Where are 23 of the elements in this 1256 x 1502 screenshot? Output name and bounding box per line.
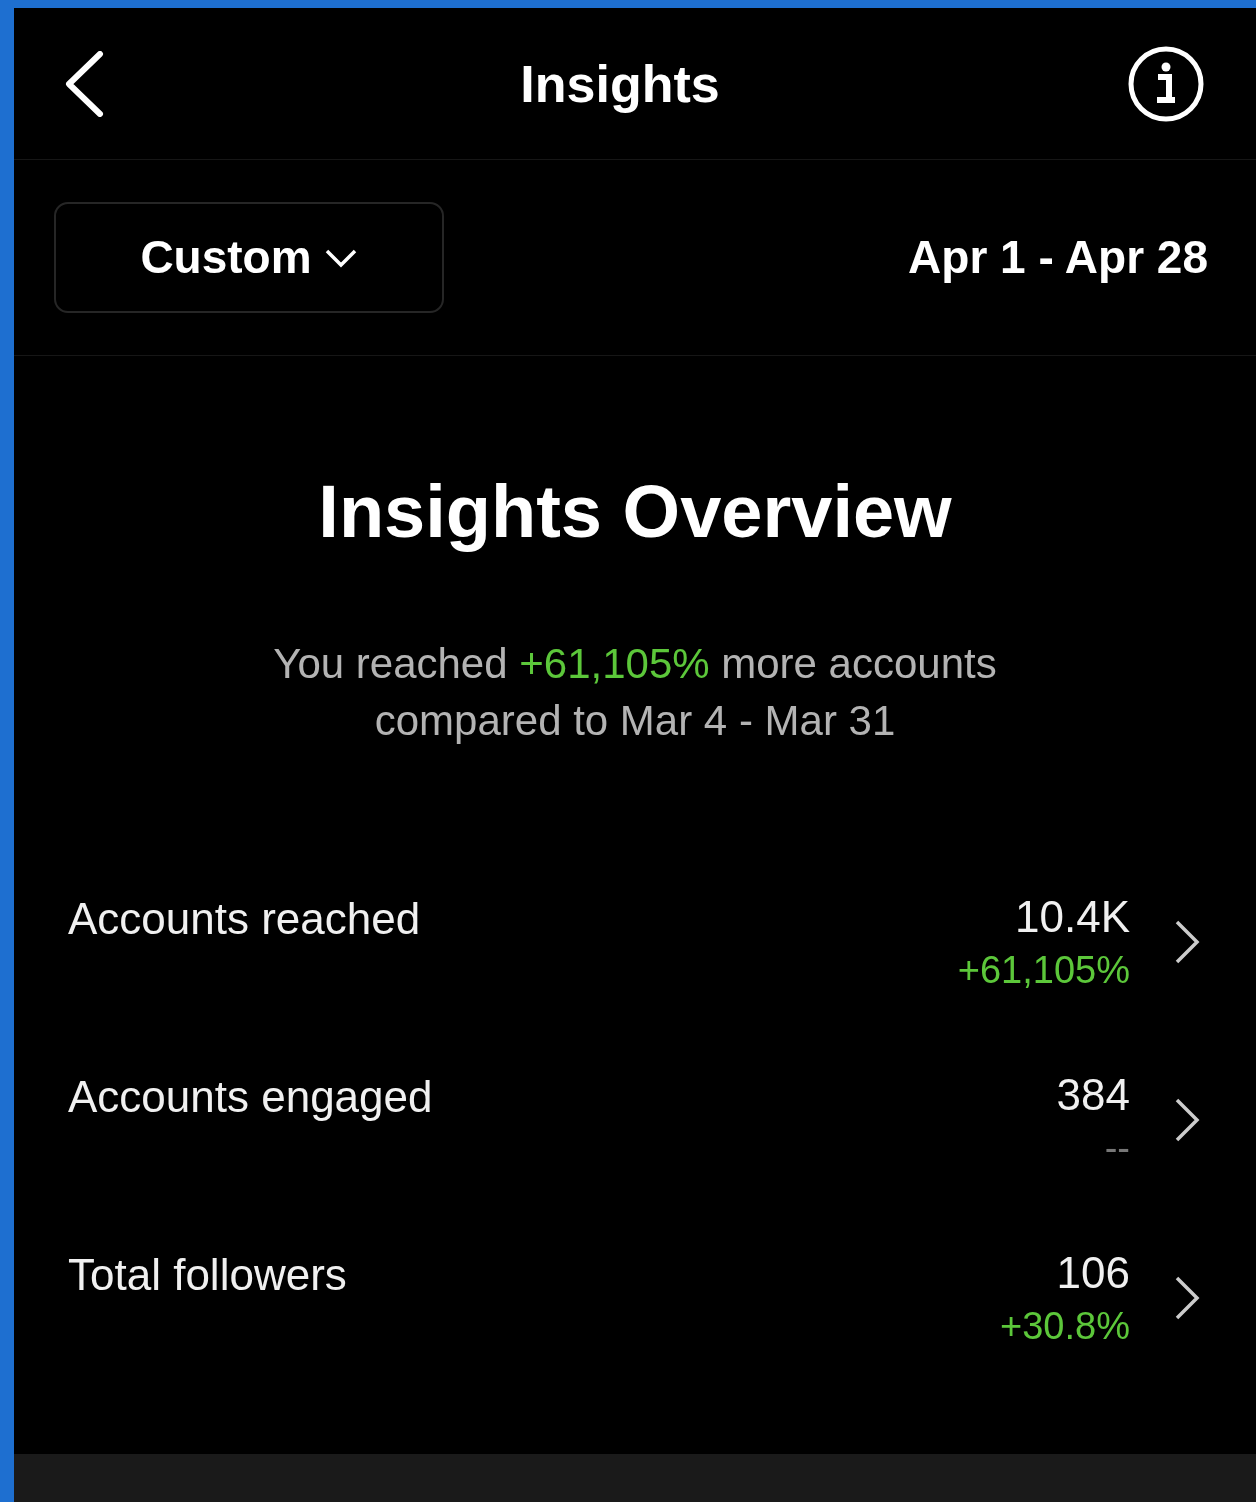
chevron-down-icon [323,247,358,268]
back-icon [64,50,104,117]
metric-value: 384 [1056,1069,1130,1121]
chevron-right-icon [1174,1097,1200,1143]
metric-change: +61,105% [957,948,1130,993]
metric-change: -- [1104,1126,1130,1171]
custom-dropdown[interactable]: Custom [54,202,444,313]
screen-title: Insights [520,53,720,115]
metric-value: 10.4K [1015,891,1130,943]
chevron-right-icon [1174,919,1200,965]
summary-text: You reached +61,105% more accounts compared to Mar 4 - Mar 31 [272,639,998,746]
info-icon [1127,44,1205,123]
chevron-right-icon [1174,1275,1200,1321]
metric-row[interactable]: Accounts engaged 384 -- [68,1067,1200,1173]
metric-label: Accounts engaged [68,1071,433,1123]
metric-value: 106 [1056,1247,1130,1299]
metric-row[interactable]: Accounts reached 10.4K +61,105% [68,889,1200,995]
overview-title: Insights Overview [318,469,952,555]
metric-label: Accounts reached [68,893,421,945]
metric-row[interactable]: Total followers 106 +30.8% [68,1245,1200,1351]
date-range: Apr 1 - Apr 28 [908,230,1208,285]
metric-change: +30.8% [1000,1304,1130,1349]
metric-label: Total followers [68,1249,347,1301]
